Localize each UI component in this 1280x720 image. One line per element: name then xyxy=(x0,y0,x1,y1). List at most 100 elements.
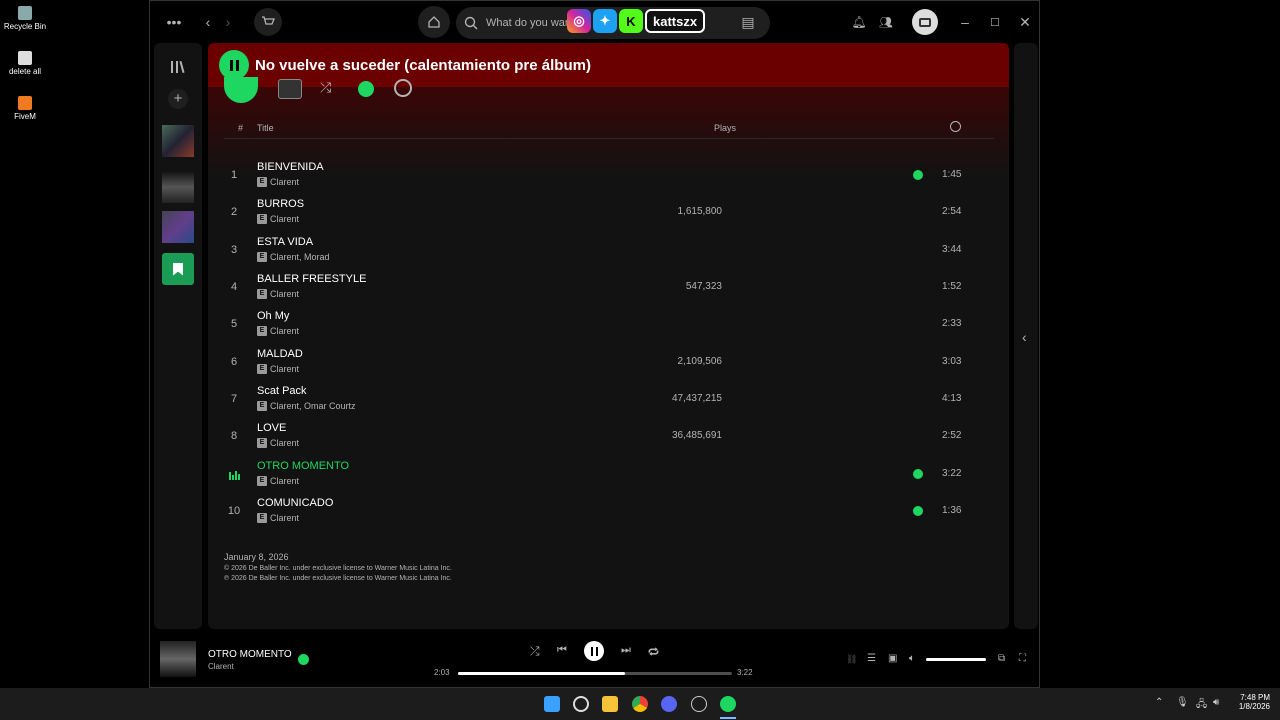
track-title[interactable]: COMUNICADO xyxy=(257,497,333,509)
link-icon[interactable]: ⛓︎ xyxy=(846,654,857,665)
track-artist[interactable]: Clarent xyxy=(270,364,299,374)
track-row[interactable]: 8 LOVE E Clarent 36,485,691 2:52 xyxy=(224,420,994,454)
track-artist[interactable]: Clarent, Morad xyxy=(270,252,330,262)
track-row[interactable]: 2 BURROS E Clarent 1,615,800 2:54 xyxy=(224,196,994,230)
track-artist[interactable]: Clarent xyxy=(270,326,299,336)
expand-panel-icon[interactable]: ‹ xyxy=(1022,329,1027,345)
desktop-icon-fivem[interactable]: FiveM xyxy=(0,96,50,121)
track-artist[interactable]: Clarent xyxy=(270,289,299,299)
now-playing-artist[interactable]: Clarent xyxy=(208,662,234,671)
chrome-icon[interactable] xyxy=(632,696,648,712)
fullscreen-icon[interactable]: ⛶ xyxy=(1019,653,1026,664)
track-artist[interactable]: Clarent xyxy=(270,476,299,486)
track-row[interactable]: 7 Scat Pack E Clarent, Omar Courtz 47,437,21… xyxy=(224,383,994,417)
track-row[interactable]: OTRO MOMENTO E Clarent 3:22 xyxy=(224,458,994,492)
spotify-icon[interactable] xyxy=(720,696,736,712)
track-artist[interactable]: Clarent, Omar Courtz xyxy=(270,401,356,411)
col-plays[interactable]: Plays xyxy=(714,123,736,133)
start-icon[interactable] xyxy=(544,696,560,712)
now-playing-equalizer-icon xyxy=(224,470,244,480)
shuffle-icon[interactable]: ⤮ xyxy=(530,644,540,659)
track-title[interactable]: OTRO MOMENTO xyxy=(257,460,349,472)
saved-check-icon[interactable] xyxy=(298,654,309,665)
track-number: 5 xyxy=(230,318,238,331)
track-duration: 1:52 xyxy=(942,281,962,293)
notifications-icon[interactable]: 🔔︎ xyxy=(849,12,869,32)
profile-avatar[interactable] xyxy=(912,9,938,35)
pause-button[interactable] xyxy=(219,50,249,80)
library-icon[interactable] xyxy=(171,60,185,74)
track-title[interactable]: LOVE xyxy=(257,422,286,434)
track-duration: 2:33 xyxy=(942,318,962,330)
release-date: January 8, 2026 xyxy=(224,552,289,562)
library-item-thumbnail[interactable] xyxy=(162,171,194,203)
search-icon[interactable] xyxy=(573,696,589,712)
track-title[interactable]: BALLER FREESTYLE xyxy=(257,273,366,285)
next-icon[interactable]: ⏭︎ xyxy=(621,644,631,657)
track-artist[interactable]: Clarent xyxy=(270,513,299,523)
maximize-button[interactable]: ☐ xyxy=(985,12,1005,32)
store-icon[interactable] xyxy=(254,8,282,36)
col-title[interactable]: Title xyxy=(257,123,274,133)
saved-check-icon[interactable] xyxy=(913,506,923,517)
file-explorer-icon[interactable] xyxy=(602,696,618,712)
track-number: 8 xyxy=(230,430,238,443)
track-row[interactable]: 6 MALDAD E Clarent 2,109,506 3:03 xyxy=(224,346,994,380)
shuffle-icon[interactable]: ⤮ xyxy=(320,79,331,96)
library-item-thumbnail[interactable] xyxy=(162,125,194,157)
desktop-icon-delete-all[interactable]: delete all xyxy=(0,51,50,76)
track-row[interactable]: 10 COMUNICADO E Clarent 1:36 xyxy=(224,495,994,529)
search-placeholder[interactable]: What do you wan xyxy=(486,17,571,29)
track-title[interactable]: ESTA VIDA xyxy=(257,236,313,248)
saved-check-icon[interactable] xyxy=(358,81,374,97)
miniplayer-icon[interactable]: ⧉ xyxy=(998,653,1005,664)
volume-icon[interactable]: 🔈︎ xyxy=(909,653,915,664)
now-playing-cover[interactable] xyxy=(160,641,196,677)
saved-check-icon[interactable] xyxy=(913,170,923,180)
previous-icon[interactable]: ⏮︎ xyxy=(557,644,567,657)
minimize-button[interactable]: – xyxy=(955,12,975,32)
track-artist[interactable]: Clarent xyxy=(270,177,299,187)
clock[interactable]: 7:48 PM 1/8/2026 xyxy=(1232,693,1270,711)
library-item-thumbnail[interactable] xyxy=(162,211,194,243)
connect-device-icon[interactable]: ▣ xyxy=(888,653,897,664)
track-row[interactable]: 5 Oh My E Clarent 2:33 xyxy=(224,308,994,342)
queue-icon[interactable]: ☰ xyxy=(867,653,876,664)
forward-icon[interactable]: › xyxy=(218,12,238,32)
discord-icon[interactable] xyxy=(661,696,677,712)
saved-check-icon[interactable] xyxy=(913,468,923,479)
home-button[interactable] xyxy=(418,6,450,38)
create-playlist-icon[interactable]: + xyxy=(168,89,188,109)
track-title[interactable]: BURROS xyxy=(257,198,304,210)
microphone-icon[interactable]: 🎙︎ xyxy=(1176,697,1189,708)
progress-bar[interactable] xyxy=(458,672,732,675)
now-playing-title[interactable]: OTRO MOMENTO xyxy=(208,649,292,660)
track-artist[interactable]: Clarent xyxy=(270,214,299,224)
repeat-icon[interactable]: 🔁︎ xyxy=(648,644,659,660)
library-sidebar: + xyxy=(154,43,202,629)
browse-icon[interactable]: ▤ xyxy=(738,12,758,32)
close-button[interactable]: ✕ xyxy=(1015,12,1035,32)
album-thumbnail-mini[interactable] xyxy=(278,79,302,99)
track-title[interactable]: MALDAD xyxy=(257,348,303,360)
settings-icon[interactable] xyxy=(691,696,707,712)
track-title[interactable]: BIENVENIDA xyxy=(257,161,324,173)
saved-episodes-item[interactable] xyxy=(162,253,194,285)
network-icon[interactable]: 🖧︎ xyxy=(1196,697,1207,714)
track-title[interactable]: Oh My xyxy=(257,310,289,322)
track-row[interactable]: 1 BIENVENIDA E Clarent 1:45 xyxy=(224,159,994,193)
explicit-badge: E xyxy=(257,326,267,337)
more-options-icon[interactable]: ••• xyxy=(164,12,184,32)
track-title[interactable]: Scat Pack xyxy=(257,385,307,397)
track-row[interactable]: 4 BALLER FREESTYLE E Clarent 547,323 1:52 xyxy=(224,271,994,305)
play-pause-button[interactable] xyxy=(584,641,604,661)
track-row[interactable]: 3 ESTA VIDA E Clarent, Morad 3:44 xyxy=(224,234,994,268)
speaker-icon[interactable]: 🔊︎ xyxy=(1213,697,1219,708)
desktop-icon-recycle-bin[interactable]: Recycle Bin xyxy=(0,6,50,31)
volume-slider[interactable] xyxy=(926,658,986,661)
back-icon[interactable]: ‹ xyxy=(198,12,218,32)
download-icon[interactable] xyxy=(394,79,412,97)
friend-activity-icon[interactable]: 👥︎ xyxy=(876,12,896,32)
track-artist[interactable]: Clarent xyxy=(270,438,299,448)
tray-overflow-icon[interactable]: ⌃ xyxy=(1155,697,1163,708)
